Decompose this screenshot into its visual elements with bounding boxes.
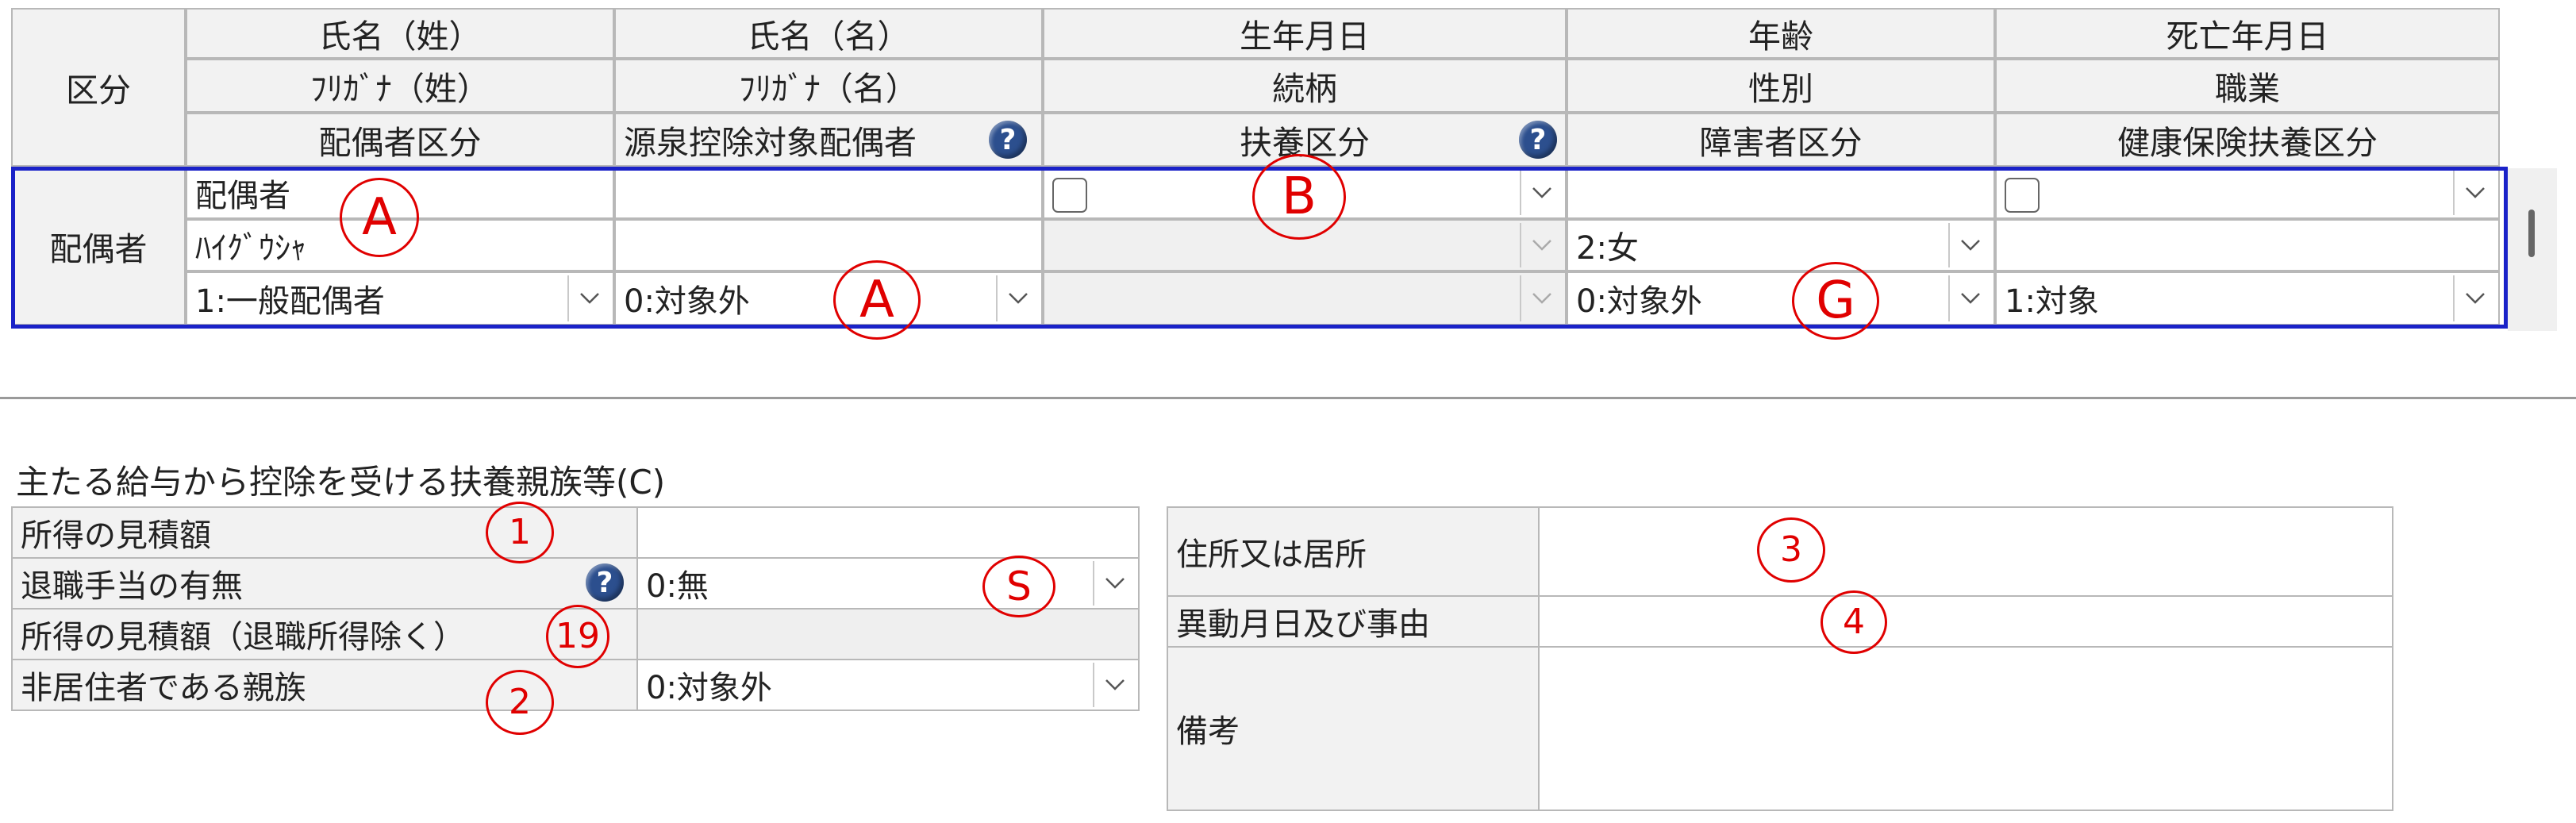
nonresident-dropdown-button[interactable] [1093, 663, 1136, 707]
withholding-spouse-value: 0:対象外 [624, 283, 750, 320]
gender-dropdown-button[interactable] [1948, 223, 1991, 267]
chevron-down-icon [580, 293, 599, 304]
header-spouse-type: 配偶者区分 [186, 113, 614, 167]
annotation-marker-g: G [1792, 262, 1879, 340]
retirement-allowance-dropdown-button[interactable] [1093, 561, 1136, 606]
family-grid: 区分 氏名（姓） 氏名（名） 生年月日 年齢 死亡年月日 ﾌﾘｶﾞﾅ（姓） ﾌﾘ… [11, 8, 2508, 330]
spouse-first-name-input[interactable] [614, 167, 1043, 219]
annotation-marker-s: S [982, 556, 1055, 617]
annotation-marker-3: 3 [1757, 517, 1825, 583]
header-withholding-spouse-label: 源泉控除対象配偶者 [624, 124, 917, 162]
scrollbar-thumb[interactable] [2528, 210, 2535, 257]
dependent-type-dropdown-button [1520, 275, 1563, 321]
income-excl-retirement-label: 所得の見積額（退職所得除く） [11, 608, 638, 660]
chevron-down-icon [1961, 240, 1980, 251]
header-relation: 続柄 [1043, 59, 1567, 113]
chevron-down-icon [2466, 187, 2485, 198]
income-excl-retirement-field [636, 608, 1140, 660]
retirement-allowance-value: 0:無 [646, 568, 709, 605]
health-insurance-dropdown-button[interactable] [2453, 275, 2496, 321]
chevron-down-icon [1105, 679, 1125, 690]
section-divider [0, 397, 2576, 399]
disability-type-dropdown-button[interactable] [1948, 275, 1991, 321]
remarks-label: 備考 [1167, 646, 1540, 811]
header-age: 年齢 [1567, 8, 1995, 59]
withholding-spouse-dropdown-button[interactable] [996, 275, 1039, 321]
header-health-insurance: 健康保険扶養区分 [1995, 113, 2500, 167]
header-last-name-kana: ﾌﾘｶﾞﾅ（姓） [186, 59, 614, 113]
vertical-scrollbar[interactable] [2508, 168, 2557, 331]
change-reason-label: 異動月日及び事由 [1167, 595, 1540, 648]
annotation-marker-2: 2 [486, 670, 554, 735]
birth-date-dropdown-button[interactable] [1520, 171, 1563, 215]
header-disability-type: 障害者区分 [1567, 113, 1995, 167]
spouse-type-value: 1:一般配偶者 [195, 283, 385, 320]
spouse-gender-select[interactable]: 2:女 [1567, 219, 1995, 271]
annotation-marker-19: 19 [546, 605, 609, 668]
retirement-allowance-label: 退職手当の有無 [11, 557, 638, 610]
header-first-name: 氏名（名） [614, 8, 1043, 59]
chevron-down-icon [1532, 187, 1551, 198]
health-insurance-select[interactable]: 1:対象 [1995, 271, 2500, 325]
spouse-gender-value: 2:女 [1576, 230, 1639, 267]
help-icon-withholding-spouse[interactable]: ? [989, 121, 1027, 159]
header-first-name-kana: ﾌﾘｶﾞﾅ（名） [614, 59, 1043, 113]
chevron-down-icon [1961, 293, 1980, 304]
header-withholding-spouse: 源泉控除対象配偶者 [614, 113, 1043, 167]
dependent-type-select [1043, 271, 1567, 325]
header-birth-date: 生年月日 [1043, 8, 1567, 59]
chevron-down-icon [1009, 293, 1028, 304]
dependents-section-title: 主たる給与から控除を受ける扶養親族等(C) [16, 463, 666, 502]
annotation-marker-a1: A [340, 178, 419, 257]
nonresident-select[interactable]: 0:対象外 [636, 659, 1140, 711]
annotation-marker-a2: A [833, 260, 921, 340]
header-occupation: 職業 [1995, 59, 2500, 113]
address-label: 住所又は居所 [1167, 506, 1540, 597]
chevron-down-icon [1105, 578, 1125, 589]
relation-dropdown-button [1520, 223, 1563, 267]
address-input[interactable] [1538, 506, 2393, 597]
disability-type-value: 0:対象外 [1576, 283, 1702, 320]
spouse-first-name-kana-input[interactable] [614, 219, 1043, 271]
header-category: 区分 [11, 8, 186, 167]
annotation-marker-b: B [1252, 154, 1346, 240]
spouse-death-date-field[interactable] [1995, 167, 2500, 219]
spouse-age-field [1567, 167, 1995, 219]
health-insurance-value: 1:対象 [2005, 283, 2099, 320]
nonresident-value: 0:対象外 [646, 670, 772, 706]
annotation-marker-1: 1 [486, 502, 554, 563]
spouse-type-dropdown-button[interactable] [567, 275, 610, 321]
withholding-spouse-select[interactable]: 0:対象外 [614, 271, 1043, 325]
help-icon-dependent-type[interactable]: ? [1519, 121, 1557, 159]
header-death-date: 死亡年月日 [1995, 8, 2500, 59]
header-gender: 性別 [1567, 59, 1995, 113]
spouse-occupation-input[interactable] [1995, 219, 2500, 271]
chevron-down-icon [1532, 293, 1551, 304]
death-date-checkbox[interactable] [2005, 178, 2040, 213]
chevron-down-icon [1532, 240, 1551, 251]
chevron-down-icon [2466, 293, 2485, 304]
annotation-marker-4: 4 [1821, 590, 1887, 654]
spouse-type-select[interactable]: 1:一般配偶者 [186, 271, 614, 325]
retirement-allowance-select[interactable]: 0:無 [636, 557, 1140, 610]
retirement-allowance-text: 退職手当の有無 [21, 568, 243, 605]
help-icon-retirement-allowance[interactable]: ? [586, 563, 624, 602]
row-label-spouse: 配偶者 [11, 167, 186, 325]
estimated-income-input[interactable] [636, 506, 1140, 559]
death-date-dropdown-button[interactable] [2453, 171, 2496, 215]
header-last-name: 氏名（姓） [186, 8, 614, 59]
disability-type-select[interactable]: 0:対象外 [1567, 271, 1995, 325]
change-reason-input[interactable] [1538, 595, 2393, 648]
remarks-textarea[interactable] [1538, 646, 2393, 811]
birth-date-checkbox[interactable] [1052, 178, 1087, 213]
